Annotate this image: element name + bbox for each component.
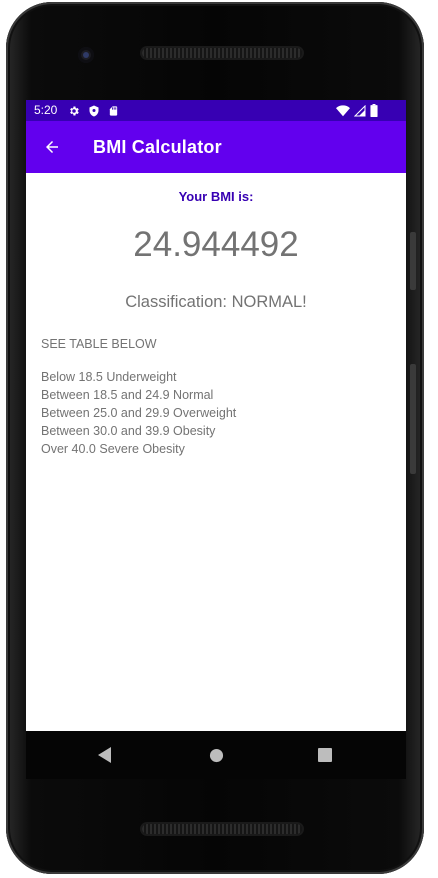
arrow-left-icon xyxy=(46,141,58,153)
table-note: SEE TABLE BELOW xyxy=(41,337,157,351)
bmi-classification: Classification: NORMAL! xyxy=(125,293,307,311)
battery-icon xyxy=(370,104,378,117)
app-bar: BMI Calculator xyxy=(26,121,406,173)
bmi-result-content: Your BMI is: 24.944492 Classification: N… xyxy=(26,173,406,731)
power-button xyxy=(410,232,416,290)
status-notification-icons xyxy=(68,103,119,118)
nav-home-button[interactable] xyxy=(204,743,228,767)
volume-button xyxy=(410,364,416,474)
status-system-icons xyxy=(336,103,378,118)
status-bar: 5:20 xyxy=(26,100,406,121)
nav-home-icon xyxy=(209,748,223,762)
wifi-icon xyxy=(336,104,350,116)
list-item: Below 18.5 Underweight xyxy=(41,370,177,384)
list-item: Between 18.5 and 24.9 Normal xyxy=(41,388,214,402)
list-item: Over 40.0 Severe Obesity xyxy=(41,442,185,456)
nav-back-button[interactable] xyxy=(93,743,117,767)
bmi-range-list: Below 18.5 Underweight Between 18.5 and … xyxy=(41,368,236,458)
list-item: Between 30.0 and 39.9 Obesity xyxy=(41,424,216,438)
nav-back-icon xyxy=(98,747,111,763)
settings-gear-icon xyxy=(70,106,79,115)
cell-signal-icon xyxy=(354,104,366,116)
back-button[interactable] xyxy=(36,131,68,163)
shield-icon xyxy=(89,105,99,116)
nav-recents-button[interactable] xyxy=(313,743,337,767)
bottom-speaker xyxy=(142,824,302,834)
list-item: Between 25.0 and 29.9 Overweight xyxy=(41,406,237,420)
earpiece-speaker xyxy=(142,48,302,58)
bmi-value: 24.944492 xyxy=(133,225,299,264)
bmi-heading: Your BMI is: xyxy=(178,189,254,204)
nav-recents-icon xyxy=(318,748,332,762)
navigation-bar xyxy=(26,731,406,779)
front-camera xyxy=(78,47,94,63)
status-time: 5:20 xyxy=(34,103,58,117)
app-title: BMI Calculator xyxy=(93,137,222,157)
device-screen: 5:20 BMI Calculator Your BMI is: 24.9444… xyxy=(26,100,406,779)
sd-card-icon xyxy=(109,105,118,116)
